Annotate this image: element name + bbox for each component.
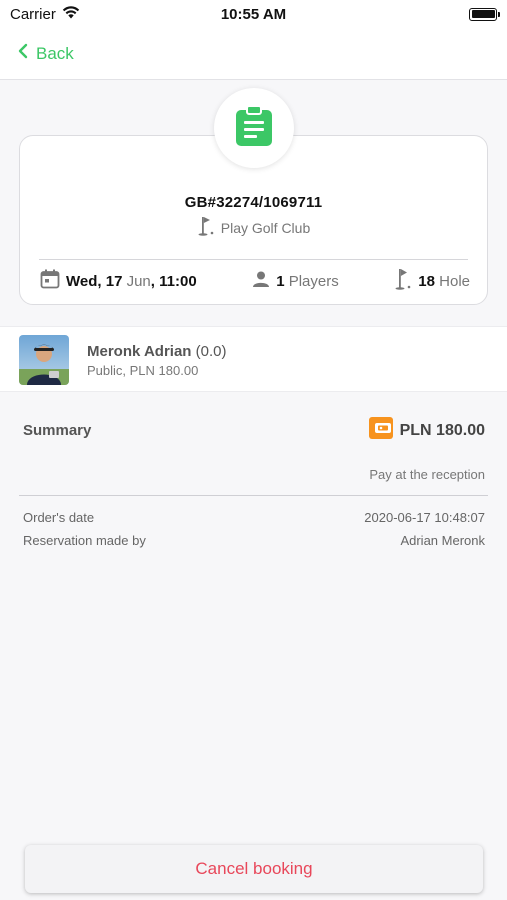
summary-label: Summary <box>23 422 92 439</box>
back-label: Back <box>36 43 74 63</box>
summary-divider <box>19 495 488 496</box>
club-line: Play Golf Club <box>20 216 487 239</box>
clipboard-icon <box>235 104 273 152</box>
status-bar: Carrier 10:55 AM <box>0 0 507 28</box>
info-label: Reservation made by <box>23 533 146 548</box>
player-name-text: Meronk Adrian <box>87 343 192 360</box>
booking-code: GB#32274/1069711 <box>184 194 323 211</box>
players-label: Players <box>288 272 339 290</box>
stat-holes: 18 Hole <box>394 268 470 294</box>
stat-players: 1 Players <box>252 270 339 292</box>
player-name: Meronk Adrian (0.0) <box>87 343 226 360</box>
booking-badge <box>214 88 294 168</box>
holes-label: Hole <box>439 272 470 290</box>
wallet-icon <box>368 417 393 444</box>
player-rating: (0.0) <box>195 343 227 360</box>
info-label: Order's date <box>23 510 95 525</box>
nav-bar: Back <box>0 28 507 80</box>
date-time: 11:00 <box>159 272 197 290</box>
person-icon <box>252 270 270 292</box>
wifi-icon <box>62 5 80 23</box>
golf-flag-icon <box>394 268 412 294</box>
battery-icon <box>469 7 500 21</box>
avatar <box>19 335 69 385</box>
cancel-booking-button[interactable]: Cancel booking <box>25 845 483 893</box>
players-count: 1 <box>276 272 285 290</box>
player-row[interactable]: Meronk Adrian (0.0) Public, PLN 180.00 <box>0 326 507 392</box>
date-month: Jun <box>126 272 151 290</box>
info-row-order-date: Order's date 2020-06-17 10:48:07 <box>23 510 485 525</box>
info-value: 2020-06-17 10:48:07 <box>364 510 485 525</box>
booking-stats: Wed, 17 Jun, 11:00 1 Players 18 Hole <box>40 269 470 293</box>
club-name: Play Golf Club <box>220 219 311 236</box>
card-divider <box>39 259 468 260</box>
carrier-label: Carrier <box>10 5 56 23</box>
holes-count: 18 <box>418 272 435 290</box>
summary-amount: PLN 180.00 <box>368 417 485 444</box>
player-details: Public, PLN 180.00 <box>87 363 199 378</box>
date-day: Wed, 17 <box>66 272 123 290</box>
info-row-reservation-by: Reservation made by Adrian Meronk <box>23 533 485 548</box>
back-button[interactable]: Back <box>18 43 74 64</box>
total-amount: PLN 180.00 <box>399 421 485 439</box>
golf-flag-icon <box>197 216 215 239</box>
chevron-left-icon <box>18 43 28 64</box>
status-left: Carrier <box>10 5 80 23</box>
payment-note: Pay at the reception <box>369 467 485 482</box>
calendar-icon <box>40 269 60 293</box>
info-value: Adrian Meronk <box>400 533 485 548</box>
stat-date: Wed, 17 Jun, 11:00 <box>40 269 197 293</box>
